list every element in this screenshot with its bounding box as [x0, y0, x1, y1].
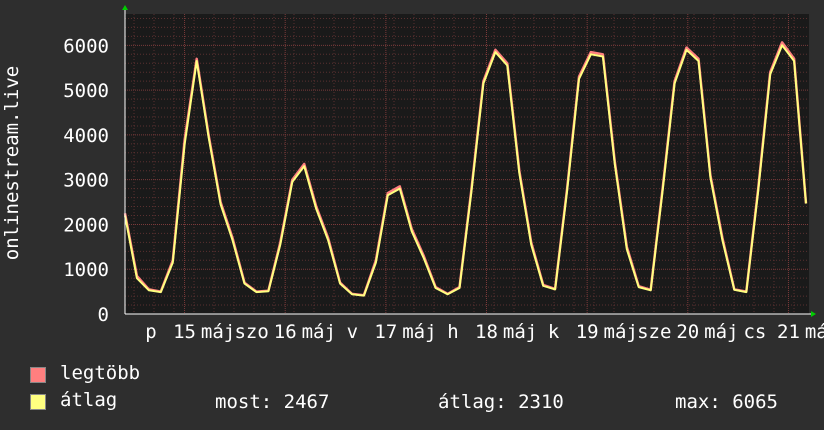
y-axis-ticks: 0 1000 2000 3000 4000 5000 6000	[63, 35, 109, 326]
y-tick-label: 6000	[63, 35, 109, 57]
x-tick-label: máj	[704, 321, 738, 343]
x-tick-label: k	[548, 321, 560, 343]
x-tick-label: máj	[302, 321, 336, 343]
y-tick-label: 3000	[63, 170, 109, 192]
x-tick-label: 15	[173, 321, 196, 343]
x-tick-label: cs	[743, 321, 766, 343]
y-tick-label: 1000	[63, 259, 109, 281]
y-axis-arrow	[122, 5, 128, 10]
x-axis-arrow	[811, 311, 816, 317]
legend-label-avg: átlag	[60, 389, 118, 411]
x-tick-label: máj	[201, 321, 235, 343]
legend-swatch-max	[30, 367, 46, 383]
x-tick-label: máj	[503, 321, 537, 343]
y-tick-label: 4000	[63, 125, 109, 147]
x-tick-label: máj	[402, 321, 436, 343]
x-tick-label: 21	[777, 321, 800, 343]
x-tick-label: 19	[576, 321, 599, 343]
x-tick-label: szo	[234, 321, 268, 343]
x-axis-ticks: p 15 máj szo 16 máj v 17 máj h 18 máj k 19 máj sze 20 máj…	[145, 321, 824, 343]
x-tick-label: 20	[676, 321, 699, 343]
x-tick-label: v	[347, 321, 358, 343]
legend-swatch-avg	[30, 394, 46, 410]
x-tick-label: máj	[805, 321, 824, 343]
x-tick-label: p	[145, 321, 156, 343]
x-tick-label: 17	[374, 321, 397, 343]
y-axis-label: onlinestream.live	[1, 66, 23, 260]
x-tick-label: h	[447, 321, 458, 343]
y-tick-label: 0	[98, 304, 109, 326]
stat-max: max: 6065	[675, 391, 778, 413]
grid	[125, 14, 809, 314]
stat-current: most: 2467	[215, 391, 330, 413]
legend-label-max: legtöbb	[60, 362, 141, 384]
x-tick-label: máj	[604, 321, 638, 343]
x-tick-label: 16	[274, 321, 297, 343]
x-tick-label: sze	[637, 321, 671, 343]
stat-average: átlag: 2310	[438, 391, 564, 413]
y-tick-label: 5000	[63, 80, 109, 102]
y-tick-label: 2000	[63, 214, 109, 236]
x-tick-label: 18	[475, 321, 498, 343]
